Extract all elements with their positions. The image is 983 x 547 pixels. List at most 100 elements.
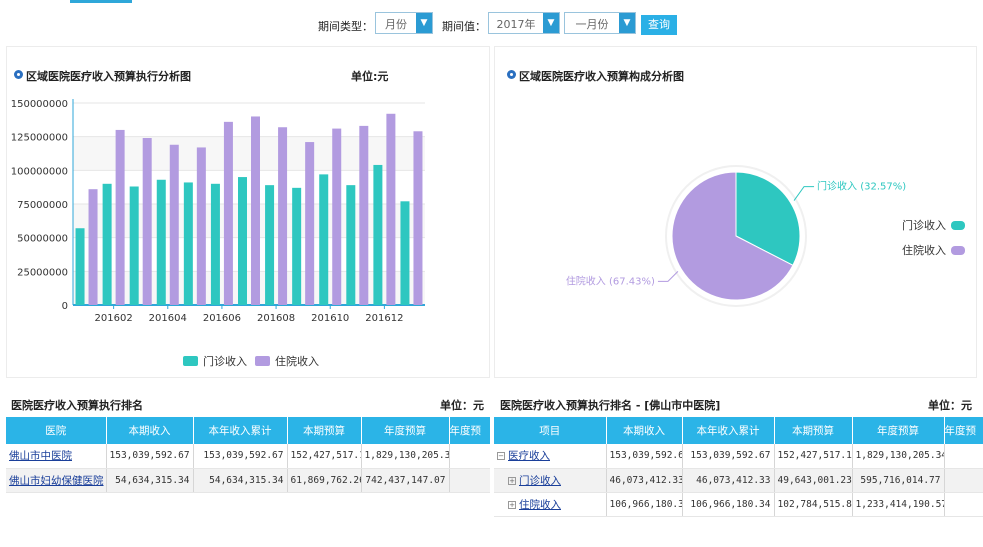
column-header: 本期预算 (774, 417, 853, 444)
bar-门诊收入[interactable] (373, 164, 383, 305)
bar-住院收入[interactable] (305, 142, 315, 305)
table-cell (944, 492, 983, 517)
bar-门诊收入[interactable] (292, 187, 302, 305)
y-tick-label: 50000000 (17, 234, 68, 245)
pie-slice-label: 住院收入 (67.43%) (566, 274, 655, 287)
bar-门诊收入[interactable] (210, 183, 220, 305)
table-cell: 153,039,592.67 (606, 444, 683, 469)
column-header: 本年收入累计 (193, 417, 288, 444)
table-cell: 46,073,412.33 (606, 468, 683, 493)
bar-门诊收入[interactable] (183, 182, 193, 305)
bar-住院收入[interactable] (115, 129, 125, 305)
right-table-title: 医院医疗收入预算执行排名 - [佛山市中医院] (500, 399, 721, 412)
y-tick-label: 0 (62, 301, 68, 312)
table-row[interactable]: + 门诊收入 46,073,412.33 46,073,412.33 49,643… (494, 468, 983, 493)
bar-门诊收入[interactable] (102, 183, 112, 305)
column-header: 年度预 (449, 417, 490, 444)
period-type-select[interactable]: 月份 ▼ (375, 12, 433, 34)
column-header: 本期收入 (106, 417, 194, 444)
bar-住院收入[interactable] (169, 144, 179, 305)
pie-chart-panel: 区域医院医疗收入预算构成分析图 门诊收入 (32.57%) 住院收入 (67.43… (494, 46, 977, 378)
table-row[interactable]: 佛山市中医院 153,039,592.67 153,039,592.67 152… (6, 444, 490, 469)
bar-住院收入[interactable] (251, 116, 260, 305)
bar-门诊收入[interactable] (346, 185, 356, 305)
legend-label[interactable]: 住院收入 (275, 354, 319, 368)
tree-node[interactable]: − 医疗收入 (494, 444, 607, 469)
left-table: 医院 本期收入 本年收入累计 本期预算 年度预算 年度预 佛山市中医院 153,… (6, 417, 490, 493)
bar-chart-panel: 区域医院医疗收入预算执行分析图 单位:元 150000000 125000000 1… (6, 46, 490, 378)
table-cell: 152,427,517.11 (774, 444, 853, 469)
active-tab-indicator (70, 0, 132, 3)
bar-住院收入[interactable] (332, 128, 342, 305)
table-row[interactable]: + 住院收入 106,966,180.34 106,966,180.34 102,… (494, 492, 983, 517)
column-header: 医院 (6, 417, 107, 444)
pie-label-line (793, 186, 815, 201)
bar-门诊收入[interactable] (156, 179, 166, 305)
period-value-label: 期间值： (442, 20, 486, 33)
table-cell: 54,634,315.34 (193, 468, 288, 493)
y-tick-label: 75000000 (17, 200, 68, 211)
table-cell: 153,039,592.67 (193, 444, 288, 469)
bar-门诊收入[interactable] (75, 228, 85, 305)
bar-住院收入[interactable] (278, 127, 288, 306)
legend-label[interactable]: 住院收入 (902, 243, 946, 257)
y-tick-label: 25000000 (17, 267, 68, 278)
bar-住院收入[interactable] (359, 125, 369, 305)
table-cell: 54,634,315.34 (106, 468, 194, 493)
expand-icon[interactable]: + (508, 476, 516, 485)
bar-门诊收入[interactable] (238, 177, 247, 305)
table-row[interactable]: 佛山市妇幼保健医院 54,634,315.34 54,634,315.34 61… (6, 468, 490, 493)
table-cell: 102,784,515.88 (774, 492, 853, 517)
y-tick-label: 125000000 (11, 133, 68, 144)
chevron-down-icon: ▼ (619, 13, 635, 33)
table-cell: 153,039,592.67 (106, 444, 194, 469)
table-cell (944, 444, 983, 469)
hospital-link[interactable]: 佛山市妇幼保健医院 (6, 468, 107, 493)
y-tick-label: 100000000 (11, 166, 68, 177)
bar-门诊收入[interactable] (400, 201, 410, 305)
column-header: 年度预 (944, 417, 983, 444)
bar-门诊收入[interactable] (265, 185, 275, 305)
y-tick-label: 150000000 (11, 99, 68, 110)
expand-icon[interactable]: + (508, 500, 516, 509)
column-header: 年度预算 (361, 417, 450, 444)
table-cell (944, 468, 983, 493)
column-header: 本年收入累计 (682, 417, 775, 444)
legend-label[interactable]: 门诊收入 (203, 354, 247, 368)
bar-住院收入[interactable] (142, 138, 152, 305)
pie-slice-label: 门诊收入 (32.57%) (817, 180, 906, 193)
table-cell: 742,437,147.07 (361, 468, 450, 493)
table-cell: 61,869,762.26 (287, 468, 362, 493)
tree-node[interactable]: + 门诊收入 (494, 468, 607, 493)
bar-住院收入[interactable] (88, 189, 98, 305)
grid-band (73, 136, 425, 171)
table-cell: 46,073,412.33 (682, 468, 775, 493)
collapse-icon[interactable]: − (497, 452, 505, 461)
grid-band (73, 271, 425, 305)
bar-住院收入[interactable] (413, 131, 423, 305)
legend-swatch[interactable] (255, 356, 270, 366)
bar-chart: 150000000 125000000 100000000 75000000 50000… (11, 99, 425, 368)
year-select[interactable]: 2017年 ▼ (488, 12, 560, 34)
left-table-unit: 单位：元 (440, 399, 484, 412)
query-button[interactable]: 查询 (641, 15, 677, 35)
bar-住院收入[interactable] (223, 121, 233, 305)
right-table: 项目 本期收入 本年收入累计 本期预算 年度预算 年度预 − 医疗收入 153,0… (494, 417, 983, 517)
tree-node[interactable]: + 住院收入 (494, 492, 607, 517)
month-select[interactable]: 一月份 ▼ (564, 12, 636, 34)
bar-门诊收入[interactable] (319, 174, 329, 305)
legend-swatch[interactable] (951, 246, 965, 255)
legend-label[interactable]: 门诊收入 (902, 218, 946, 232)
chevron-down-icon: ▼ (543, 13, 559, 33)
table-row[interactable]: − 医疗收入 153,039,592.67 153,039,592.67 152,… (494, 444, 983, 469)
bar-住院收入[interactable] (386, 113, 396, 305)
hospital-link[interactable]: 佛山市中医院 (6, 444, 107, 469)
bar-住院收入[interactable] (196, 147, 206, 305)
legend-swatch[interactable] (183, 356, 198, 366)
month-value: 一月份 (575, 18, 609, 31)
right-table-header: 项目 本期收入 本年收入累计 本期预算 年度预算 年度预 (494, 417, 983, 444)
table-cell: 106,966,180.34 (606, 492, 683, 517)
column-header: 本期预算 (287, 417, 362, 444)
legend-swatch[interactable] (951, 221, 965, 230)
bar-门诊收入[interactable] (129, 186, 139, 305)
